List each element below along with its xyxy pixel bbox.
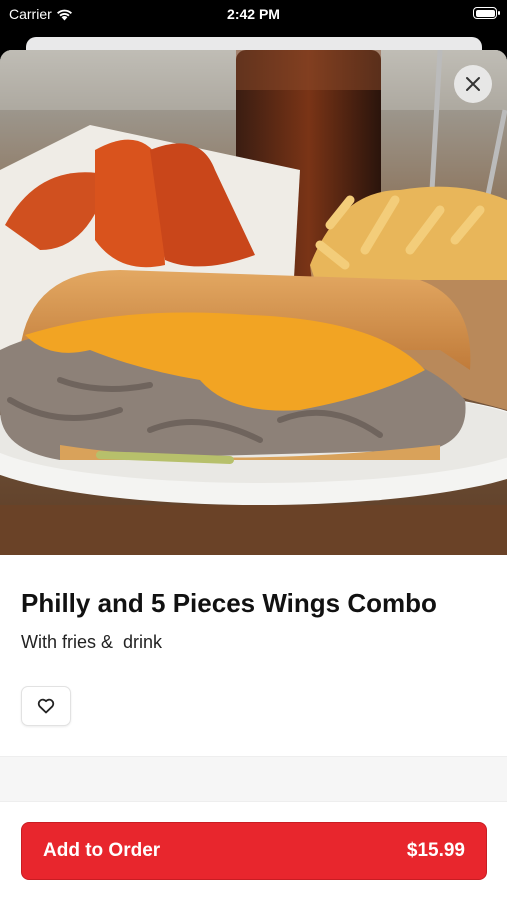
close-button[interactable] [454, 65, 492, 103]
status-bar: Carrier 2:42 PM [0, 0, 507, 30]
add-to-order-button[interactable]: Add to Order $15.99 [21, 822, 487, 880]
status-time: 2:42 PM [227, 6, 280, 22]
item-photo [0, 50, 507, 555]
item-detail-sheet: Philly and 5 Pieces Wings Combo With fri… [0, 50, 507, 900]
heart-icon [37, 698, 55, 714]
food-photo-illustration [0, 50, 507, 555]
item-description: With fries & drink [21, 632, 163, 652]
section-divider [0, 756, 507, 802]
close-icon [466, 77, 480, 91]
item-name: Philly and 5 Pieces Wings Combo [21, 588, 437, 618]
battery-icon [473, 7, 500, 19]
favorite-button[interactable] [21, 686, 71, 726]
order-price: $15.99 [406, 840, 465, 861]
add-to-order-label: Add to Order [43, 840, 161, 861]
